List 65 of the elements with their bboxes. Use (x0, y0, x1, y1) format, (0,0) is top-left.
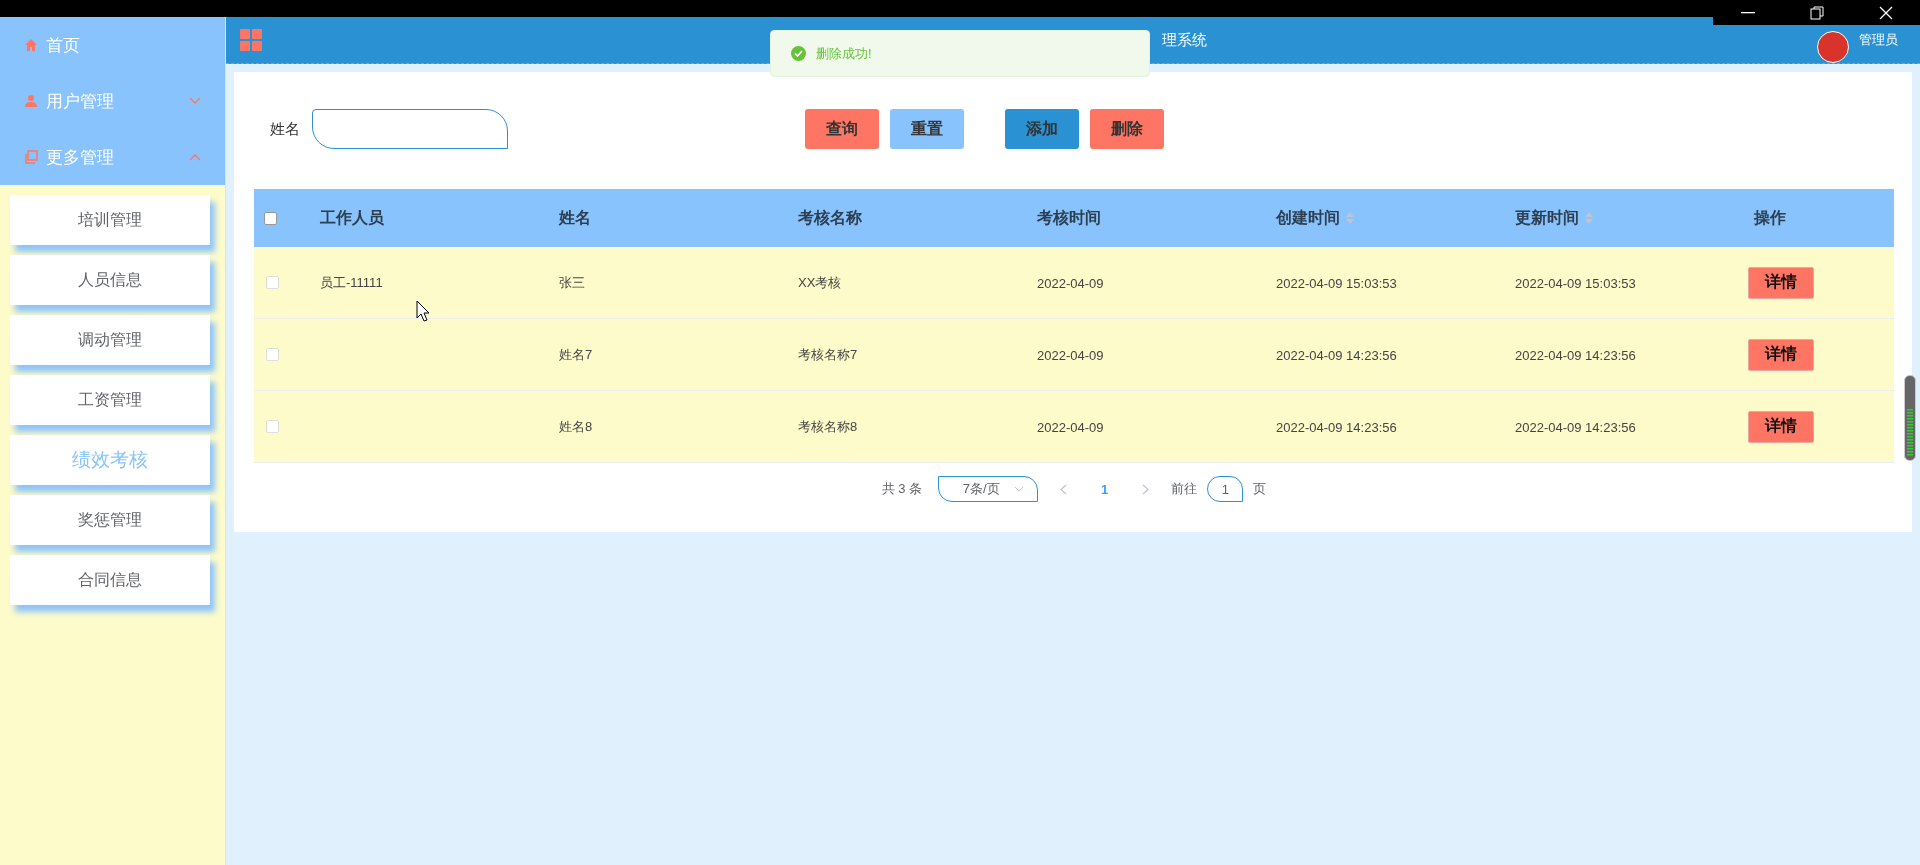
column-header: 操作 (1752, 207, 1787, 228)
details-button[interactable]: 详情 (1748, 410, 1814, 443)
table-cell-text: 姓名8 (558, 419, 593, 434)
chevron-down-icon (1013, 486, 1024, 492)
submenu-item[interactable]: 人员信息 (10, 255, 210, 305)
submenu-item[interactable]: 培训管理 (10, 195, 210, 245)
column-header: 工作人员 (319, 207, 385, 228)
search-button[interactable]: 查询 (805, 109, 879, 149)
home-icon (24, 38, 38, 52)
submenu-item[interactable]: 合同信息 (10, 555, 210, 605)
table-cell-text: 2022-04-09 14:23:56 (1275, 419, 1397, 435)
reset-button[interactable]: 重置 (890, 109, 964, 149)
scrollbar-thumb-icon[interactable] (1904, 375, 1916, 461)
row-checkbox[interactable] (266, 348, 279, 361)
column-header: 考核名称 (797, 207, 863, 228)
table-cell-text: 2022-04-09 14:23:56 (1514, 419, 1636, 435)
table-cell-text: 2022-04-09 15:03:53 (1275, 275, 1397, 291)
next-page-icon[interactable] (1142, 483, 1150, 495)
add-button[interactable]: 添加 (1005, 109, 1079, 149)
page-suffix: 页 (1253, 480, 1267, 498)
table-cell-text: 2022-04-09 (1036, 275, 1104, 291)
copy-icon (24, 150, 38, 164)
table-cell-text: 考核名称7 (797, 347, 858, 362)
previous-page-icon[interactable] (1060, 483, 1068, 495)
table-cell-text: XX考核 (797, 275, 842, 290)
page-size-select[interactable]: 7条/页 (938, 476, 1039, 502)
sort-icon[interactable] (1585, 212, 1593, 224)
row-checkbox[interactable] (266, 276, 279, 289)
name-label: 姓名 (270, 119, 300, 139)
table-cell-text: 2022-04-09 14:23:56 (1514, 347, 1636, 363)
table-cell-text: 考核名称8 (797, 419, 858, 434)
table-cell-text: 姓名7 (558, 347, 593, 362)
delete-button[interactable]: 删除 (1090, 109, 1164, 149)
table-cell-text: 2022-04-09 (1036, 419, 1104, 435)
total-count: 共 3 条 (881, 480, 923, 498)
submenu-item[interactable]: 调动管理 (10, 315, 210, 365)
table-cell-text: 2022-04-09 14:23:56 (1275, 347, 1397, 363)
row-checkbox[interactable] (266, 420, 279, 433)
details-button[interactable]: 详情 (1748, 338, 1814, 371)
grid-menu-icon[interactable] (240, 29, 262, 51)
submenu-item[interactable]: 奖惩管理 (10, 495, 210, 545)
column-header: 姓名 (557, 207, 592, 228)
column-header[interactable]: 更新时间 (1505, 207, 1744, 229)
column-header[interactable]: 创建时间 (1266, 207, 1505, 229)
success-icon (791, 46, 806, 61)
table-cell-text: 2022-04-09 15:03:53 (1514, 275, 1636, 291)
table-cell-text: 2022-04-09 (1036, 347, 1104, 363)
name-input-field[interactable] (312, 109, 508, 149)
user-name[interactable]: 管理员 (1859, 31, 1898, 49)
table-cell-text: 张三 (558, 275, 585, 290)
user-icon (24, 94, 38, 108)
details-button[interactable]: 详情 (1748, 266, 1814, 299)
select-all-checkbox[interactable] (264, 211, 277, 225)
column-header: 考核时间 (1036, 207, 1102, 228)
toast-message: 删除成功! (816, 44, 872, 63)
sort-icon[interactable] (1346, 212, 1354, 224)
minimize-icon[interactable] (1740, 11, 1755, 14)
restore-icon[interactable] (1809, 5, 1824, 20)
submenu-item[interactable]: 工资管理 (10, 375, 210, 425)
table-cell-text: 员工-11111 (319, 275, 383, 290)
app-title: 理系统 (1161, 30, 1208, 50)
goto-label: 前往 (1171, 480, 1198, 498)
user-avatar[interactable] (1817, 31, 1849, 63)
close-icon[interactable] (1878, 5, 1893, 20)
cursor-icon (416, 300, 430, 322)
